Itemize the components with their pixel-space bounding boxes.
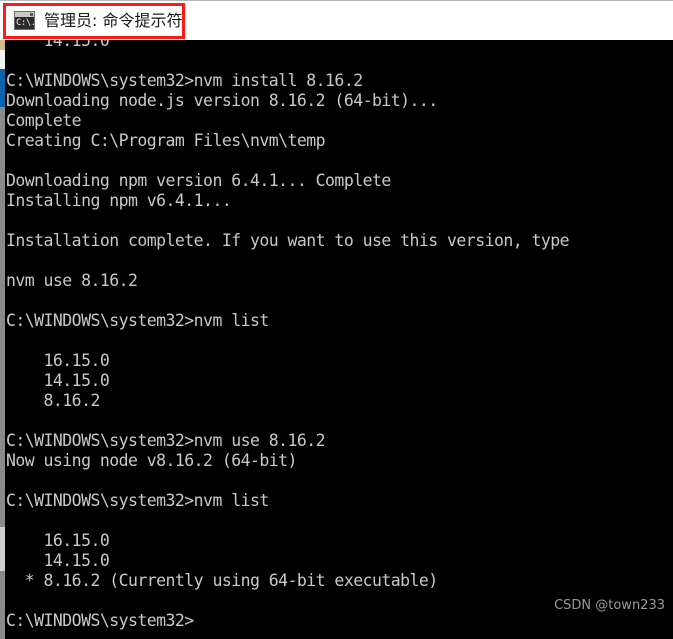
terminal-line: 14.15.0 bbox=[6, 371, 110, 390]
terminal-line: Now using node v8.16.2 (64-bit) bbox=[6, 451, 297, 470]
terminal-line: C:\WINDOWS\system32>nvm install 8.16.2 bbox=[6, 71, 363, 90]
window-title-text: 管理员: 命令提示符 bbox=[44, 10, 183, 30]
terminal-line: 14.15.0 bbox=[6, 551, 110, 570]
cmd-icon: C:\. bbox=[14, 11, 35, 30]
terminal-line: Installing npm v6.4.1... bbox=[6, 191, 232, 210]
window-title-bar[interactable]: C:\. 管理员: 命令提示符 bbox=[0, 0, 673, 40]
scrollbar-track-lower[interactable] bbox=[0, 571, 5, 639]
vertical-scrollbar[interactable] bbox=[0, 40, 5, 639]
command-prompt-window: 14.15.0 C:\WINDOWS\system32>nvm install 8… bbox=[0, 0, 673, 639]
terminal-line: Complete bbox=[6, 111, 82, 130]
terminal-line: Downloading node.js version 8.16.2 (64-b… bbox=[6, 91, 438, 110]
terminal-line: Creating C:\Program Files\nvm\temp bbox=[6, 131, 326, 150]
scrollbar-segment-light[interactable] bbox=[0, 527, 5, 571]
cmd-icon-prompt-glyph: C:\. bbox=[16, 18, 35, 28]
terminal-line: Installation complete. If you want to us… bbox=[6, 231, 570, 250]
terminal-line: C:\WINDOWS\system32> bbox=[6, 611, 194, 630]
terminal-line: C:\WINDOWS\system32>nvm list bbox=[6, 491, 269, 510]
terminal-line: 16.15.0 bbox=[6, 351, 110, 370]
terminal-line: * 8.16.2 (Currently using 64-bit executa… bbox=[6, 571, 438, 590]
scrollbar-segment-tan bbox=[0, 40, 5, 50]
terminal-line: 16.15.0 bbox=[6, 531, 110, 550]
terminal-line: C:\WINDOWS\system32>nvm use 8.16.2 bbox=[6, 431, 326, 450]
scrollbar-track-upper[interactable] bbox=[0, 107, 5, 527]
terminal-line: 14.15.0 bbox=[6, 40, 110, 50]
terminal-line: C:\WINDOWS\system32>nvm list bbox=[6, 311, 269, 330]
terminal-lines: 14.15.0 C:\WINDOWS\system32>nvm install 8… bbox=[5, 40, 673, 631]
scrollbar-thumb[interactable] bbox=[0, 69, 5, 107]
terminal-line: Downloading npm version 6.4.1... Complet… bbox=[6, 171, 391, 190]
scrollbar-segment-white bbox=[0, 50, 5, 69]
watermark-text: CSDN @town233 bbox=[554, 598, 665, 613]
terminal-output-area[interactable]: 14.15.0 C:\WINDOWS\system32>nvm install 8… bbox=[5, 40, 673, 639]
terminal-line: nvm use 8.16.2 bbox=[6, 271, 138, 290]
terminal-line: 8.16.2 bbox=[6, 391, 101, 410]
